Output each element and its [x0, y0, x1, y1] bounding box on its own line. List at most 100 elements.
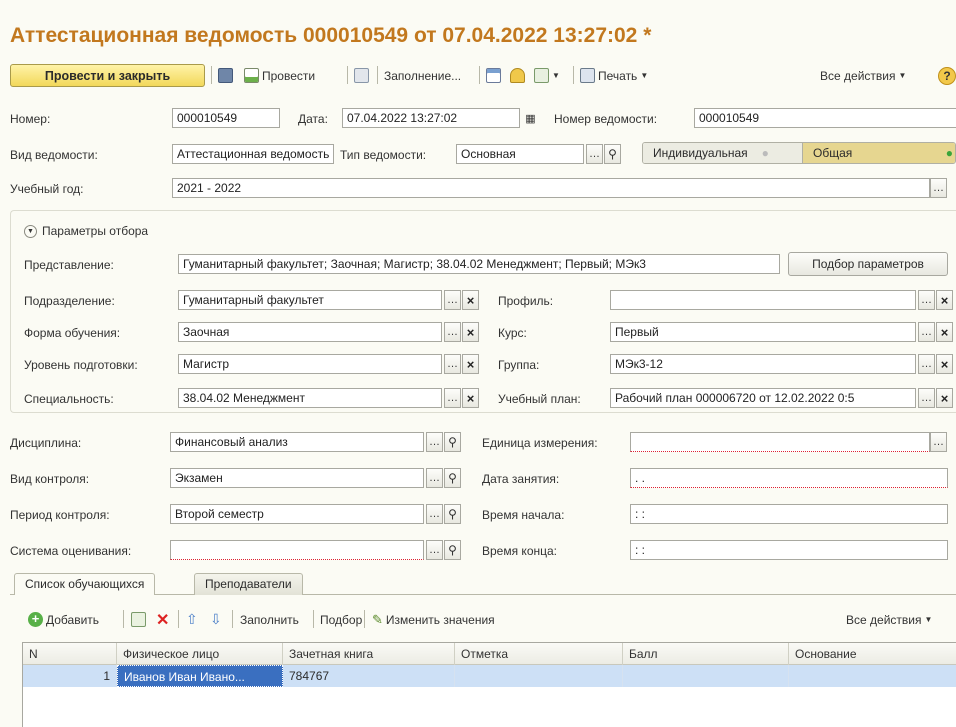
tab-students[interactable]: Список обучающихся: [14, 573, 156, 595]
structure-icon: [486, 68, 501, 83]
post-button[interactable]: Провести: [244, 65, 315, 86]
filter-header[interactable]: ▼ Параметры отбора: [24, 224, 148, 238]
cell-mark[interactable]: [455, 665, 623, 687]
cell-score[interactable]: [623, 665, 789, 687]
discipline-field[interactable]: Финансовый анализ: [170, 432, 424, 452]
list-all-actions-button[interactable]: Все действия ▼: [846, 609, 932, 630]
start-time-field[interactable]: : :: [630, 504, 948, 524]
pick-button[interactable]: Подбор: [320, 609, 362, 630]
discipline-select-button[interactable]: …: [426, 432, 443, 452]
mode-individual-option[interactable]: Индивидуальная ●: [643, 143, 803, 163]
column-header-basis[interactable]: Основание: [789, 643, 956, 665]
grading-system-search-button[interactable]: ⚲: [444, 540, 461, 560]
sheet-number-field[interactable]: 000010549: [694, 108, 956, 128]
division-label: Подразделение:: [24, 294, 115, 308]
plan-select-button[interactable]: …: [918, 388, 935, 408]
specialty-field[interactable]: 38.04.02 Менеджмент: [178, 388, 442, 408]
year-field[interactable]: 2021 - 2022: [172, 178, 930, 198]
create-based-button[interactable]: ▼: [534, 65, 560, 86]
group-clear-button[interactable]: ×: [936, 354, 953, 374]
year-select-button[interactable]: …: [930, 178, 947, 198]
close-icon: ×: [466, 324, 475, 340]
control-period-select-button[interactable]: …: [426, 504, 443, 524]
calendar-icon: ▦: [525, 112, 536, 125]
column-header-n[interactable]: N: [23, 643, 117, 665]
plan-field[interactable]: Рабочий план 000006720 от 12.02.2022 0:5: [610, 388, 916, 408]
specialty-clear-button[interactable]: ×: [462, 388, 479, 408]
unit-label: Единица измерения:: [482, 436, 598, 450]
level-select-button[interactable]: …: [444, 354, 461, 374]
group-field[interactable]: МЭк3-12: [610, 354, 916, 374]
division-clear-button[interactable]: ×: [462, 290, 479, 310]
copy-button[interactable]: [131, 609, 146, 630]
column-header-person[interactable]: Физическое лицо: [117, 643, 283, 665]
cell-person[interactable]: Иванов Иван Ивано...: [117, 665, 283, 687]
division-field[interactable]: Гуманитарный факультет: [178, 290, 442, 310]
level-field[interactable]: Магистр: [178, 354, 442, 374]
unit-select-button[interactable]: …: [930, 432, 947, 452]
column-header-mark[interactable]: Отметка: [455, 643, 623, 665]
post-and-close-button[interactable]: Провести и закрыть: [10, 64, 205, 87]
grading-system-field[interactable]: [170, 540, 424, 560]
mode-general-option[interactable]: Общая ●: [803, 143, 955, 163]
discipline-search-button[interactable]: ⚲: [444, 432, 461, 452]
control-kind-field[interactable]: Экзамен: [170, 468, 424, 488]
form-clear-button[interactable]: ×: [462, 322, 479, 342]
plan-label: Учебный план:: [498, 392, 581, 406]
grading-system-select-button[interactable]: …: [426, 540, 443, 560]
course-clear-button[interactable]: ×: [936, 322, 953, 342]
form-field[interactable]: Заочная: [178, 322, 442, 342]
course-field[interactable]: Первый: [610, 322, 916, 342]
level-clear-button[interactable]: ×: [462, 354, 479, 374]
move-up-button[interactable]: ⇧: [186, 609, 198, 630]
save-button[interactable]: [218, 65, 233, 86]
change-values-button[interactable]: ✎ Изменить значения: [372, 609, 495, 630]
move-down-button[interactable]: ⇩: [210, 609, 222, 630]
group-select-button[interactable]: …: [918, 354, 935, 374]
help-button[interactable]: ?: [938, 65, 956, 86]
calendar-button[interactable]: ▦: [522, 108, 539, 128]
group-label: Группа:: [498, 358, 540, 372]
fill-menu-button[interactable]: Заполнение...: [384, 65, 461, 86]
sheet-type-field[interactable]: Основная: [456, 144, 584, 164]
control-kind-select-button[interactable]: …: [426, 468, 443, 488]
profile-label: Профиль:: [498, 294, 554, 308]
close-icon: ×: [466, 292, 475, 308]
lesson-date-field[interactable]: . .: [630, 468, 948, 488]
print-button[interactable]: Печать ▼: [580, 65, 648, 86]
column-header-score[interactable]: Балл: [623, 643, 789, 665]
profile-field[interactable]: [610, 290, 916, 310]
tab-teachers[interactable]: Преподаватели: [194, 573, 303, 595]
specialty-select-button[interactable]: …: [444, 388, 461, 408]
sheet-kind-field[interactable]: Аттестационная ведомость: [172, 144, 334, 164]
delete-button[interactable]: ✕: [156, 609, 169, 630]
course-select-button[interactable]: …: [918, 322, 935, 342]
envelope-button[interactable]: [510, 65, 525, 86]
table-row[interactable]: 1 Иванов Иван Ивано... 784767: [23, 665, 956, 687]
unit-field[interactable]: [630, 432, 930, 452]
fill-list-button[interactable]: Заполнить: [240, 609, 299, 630]
date-field[interactable]: 07.04.2022 13:27:02: [342, 108, 520, 128]
sheet-type-select-button[interactable]: …: [586, 144, 603, 164]
end-time-field[interactable]: : :: [630, 540, 948, 560]
form-select-button[interactable]: …: [444, 322, 461, 342]
plan-clear-button[interactable]: ×: [936, 388, 953, 408]
cell-basis[interactable]: [789, 665, 956, 687]
control-period-field[interactable]: Второй семестр: [170, 504, 424, 524]
cell-record-book[interactable]: 784767: [283, 665, 455, 687]
profile-select-button[interactable]: …: [918, 290, 935, 310]
profile-clear-button[interactable]: ×: [936, 290, 953, 310]
control-kind-search-button[interactable]: ⚲: [444, 468, 461, 488]
division-select-button[interactable]: …: [444, 290, 461, 310]
number-field[interactable]: 000010549: [172, 108, 280, 128]
control-period-search-button[interactable]: ⚲: [444, 504, 461, 524]
sheet-type-search-button[interactable]: ⚲: [604, 144, 621, 164]
select-parameters-button[interactable]: Подбор параметров: [788, 252, 948, 276]
view-field[interactable]: Гуманитарный факультет; Заочная; Магистр…: [178, 254, 780, 274]
structure-button[interactable]: [486, 65, 501, 86]
toolbar-separator: [377, 66, 378, 84]
all-actions-button[interactable]: Все действия ▼: [820, 65, 906, 86]
add-button[interactable]: + Добавить: [28, 609, 99, 630]
column-header-record-book[interactable]: Зачетная книга: [283, 643, 455, 665]
settings-button[interactable]: [354, 65, 369, 86]
